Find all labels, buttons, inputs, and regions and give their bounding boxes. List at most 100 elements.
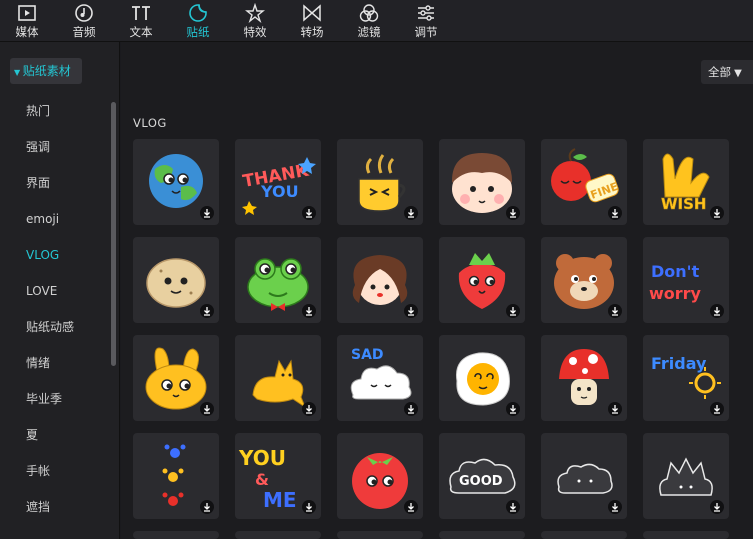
sticker-card-potato[interactable]	[133, 237, 219, 323]
sticker-card-dont-worry[interactable]: Don't worry	[643, 237, 729, 323]
sidebar-scrollbar[interactable]	[111, 102, 116, 366]
sidebar-item-mood[interactable]: 情绪	[26, 354, 50, 372]
download-icon[interactable]	[404, 402, 418, 416]
download-icon[interactable]	[506, 206, 520, 220]
download-icon[interactable]	[608, 500, 622, 514]
sticker-card-tomato[interactable]	[337, 433, 423, 519]
sticker-card-friday[interactable]: Friday	[643, 335, 729, 421]
sticker-card-white-cloud[interactable]	[541, 433, 627, 519]
download-icon[interactable]	[404, 304, 418, 318]
sidebar-item-love[interactable]: LOVE	[26, 282, 57, 300]
sidebar-item-emoji[interactable]: emoji	[26, 210, 59, 228]
sticker-card-fried-egg[interactable]	[439, 335, 525, 421]
sticker-card-partial[interactable]	[235, 531, 321, 539]
sticker-card-good-cloud[interactable]: GOOD	[439, 433, 525, 519]
download-icon[interactable]	[302, 402, 316, 416]
sticker-card-hands-wish[interactable]: WISH	[643, 139, 729, 225]
text-icon	[132, 6, 150, 20]
svg-text:worry: worry	[649, 284, 702, 303]
download-icon[interactable]	[200, 500, 214, 514]
download-icon[interactable]	[302, 304, 316, 318]
download-icon[interactable]	[404, 206, 418, 220]
download-icon[interactable]	[608, 402, 622, 416]
tab-effects[interactable]: 特效	[230, 0, 280, 42]
funnel-icon: ▼	[731, 68, 742, 79]
svg-text:Don't: Don't	[651, 262, 700, 281]
sticker-card-thank-you[interactable]: THANK YOU	[235, 139, 321, 225]
svg-text:ME: ME	[263, 488, 297, 512]
sticker-icon	[189, 4, 207, 22]
sticker-card-partial[interactable]	[643, 531, 729, 539]
sticker-card-paw-prints[interactable]	[133, 433, 219, 519]
tab-label: 贴纸	[186, 25, 210, 39]
transition-icon	[303, 4, 321, 22]
caret-down-icon: ▼	[14, 68, 23, 77]
sticker-card-coffee-cup[interactable]	[337, 139, 423, 225]
svg-text:YOU: YOU	[238, 446, 286, 470]
tab-label: 调节	[414, 25, 438, 39]
sticker-card-mushroom[interactable]	[541, 335, 627, 421]
download-icon[interactable]	[506, 402, 520, 416]
sidebar-item-summer[interactable]: 夏	[26, 426, 38, 444]
download-icon[interactable]	[710, 402, 724, 416]
download-icon[interactable]	[710, 206, 724, 220]
sticker-card-partial[interactable]	[133, 531, 219, 539]
sticker-card-partial[interactable]	[541, 531, 627, 539]
download-icon[interactable]	[200, 304, 214, 318]
top-toolbar: 媒体 音频 文本 贴纸 特效 转场 滤镜 调节	[0, 0, 753, 42]
svg-text:GOOD: GOOD	[459, 474, 503, 489]
sidebar-header[interactable]: ▼ 贴纸素材	[10, 58, 82, 84]
tab-label: 滤镜	[357, 25, 381, 39]
sticker-card-white-crown[interactable]	[643, 433, 729, 519]
sidebar-item-journal[interactable]: 手帐	[26, 462, 50, 480]
tab-text[interactable]: 文本	[116, 0, 166, 42]
sticker-card-strawberry[interactable]	[439, 237, 525, 323]
sidebar-item-emphasis[interactable]: 强调	[26, 138, 50, 156]
download-icon[interactable]	[200, 206, 214, 220]
download-icon[interactable]	[404, 500, 418, 514]
sidebar-item-mask[interactable]: 遮挡	[26, 498, 50, 516]
svg-text:WISH: WISH	[661, 195, 706, 213]
sticker-card-rabbit[interactable]	[133, 335, 219, 421]
sticker-card-apple-fine[interactable]: FINE	[541, 139, 627, 225]
sticker-card-cat[interactable]	[235, 335, 321, 421]
adjust-icon	[418, 5, 434, 21]
sticker-card-partial[interactable]	[439, 531, 525, 539]
sidebar-item-vlog[interactable]: VLOG	[26, 246, 59, 264]
download-icon[interactable]	[506, 500, 520, 514]
tab-label: 音频	[72, 25, 96, 39]
sidebar: ▼ 贴纸素材 热门 强调 界面 emoji VLOG LOVE 贴纸动感 情绪 …	[0, 42, 120, 539]
download-icon[interactable]	[200, 402, 214, 416]
sticker-card-earth[interactable]	[133, 139, 219, 225]
section-title: VLOG	[133, 116, 167, 130]
filter-dropdown[interactable]: 全部 ▼	[701, 60, 753, 84]
sidebar-item-hot[interactable]: 热门	[26, 102, 50, 120]
tab-filter[interactable]: 滤镜	[344, 0, 394, 42]
sticker-card-frog[interactable]	[235, 237, 321, 323]
tab-audio[interactable]: 音频	[59, 0, 109, 42]
download-icon[interactable]	[302, 206, 316, 220]
audio-icon	[75, 4, 93, 22]
download-icon[interactable]	[710, 304, 724, 318]
sidebar-item-dynamic[interactable]: 贴纸动感	[26, 318, 74, 336]
svg-text:SAD: SAD	[351, 347, 384, 363]
sticker-card-sad-cloud[interactable]: SAD	[337, 335, 423, 421]
download-icon[interactable]	[608, 206, 622, 220]
tab-transition[interactable]: 转场	[287, 0, 337, 42]
download-icon[interactable]	[506, 304, 520, 318]
sticker-card-boy-face[interactable]	[439, 139, 525, 225]
sticker-card-partial[interactable]	[337, 531, 423, 539]
download-icon[interactable]	[302, 500, 316, 514]
filter-label: 全部	[708, 65, 731, 79]
sticker-card-girl-face[interactable]	[337, 237, 423, 323]
sidebar-item-graduation[interactable]: 毕业季	[26, 390, 62, 408]
sticker-card-bear[interactable]	[541, 237, 627, 323]
sticker-card-you-and-me[interactable]: YOU & ME	[235, 433, 321, 519]
download-icon[interactable]	[710, 500, 724, 514]
tab-label: 文本	[129, 25, 153, 39]
tab-sticker[interactable]: 贴纸	[173, 0, 223, 42]
tab-adjust[interactable]: 调节	[401, 0, 451, 42]
download-icon[interactable]	[608, 304, 622, 318]
sidebar-item-interface[interactable]: 界面	[26, 174, 50, 192]
tab-media[interactable]: 媒体	[2, 0, 52, 42]
